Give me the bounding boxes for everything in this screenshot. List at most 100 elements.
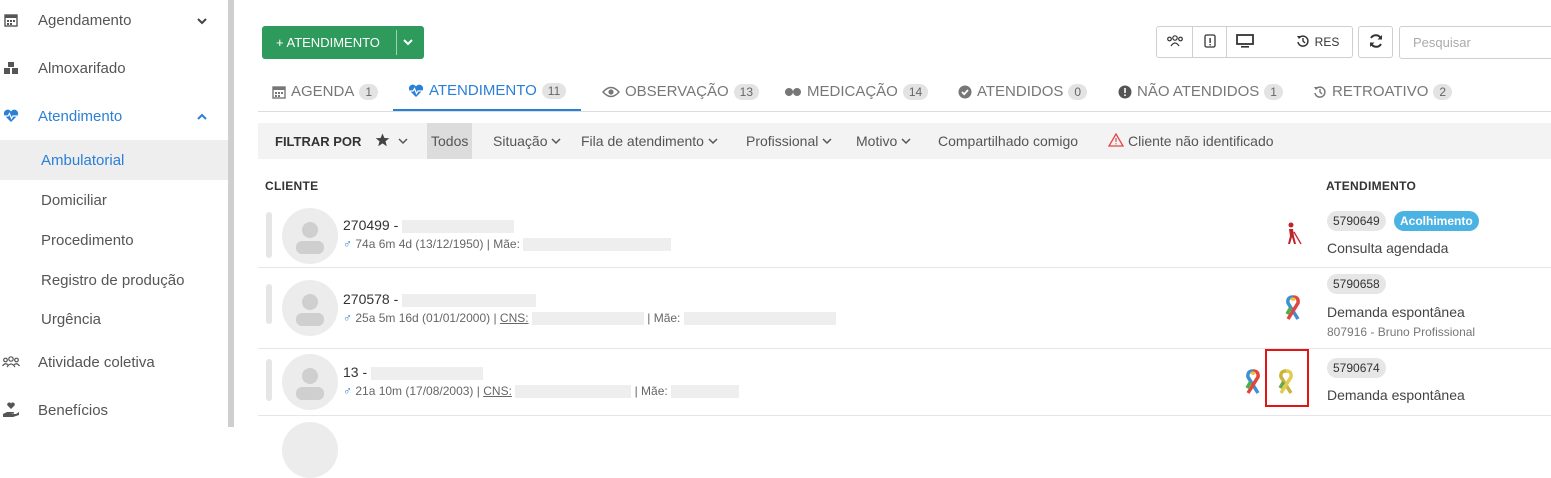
tab-count-badge: 1 [359, 83, 379, 100]
awareness-ribbon-icon [1282, 295, 1304, 326]
tab-label: AGENDA [291, 83, 355, 100]
sidebar-item-label: Atividade coletiva [38, 353, 155, 371]
sidebar-subitem-ambulatorial[interactable]: Ambulatorial [0, 140, 228, 180]
client-name: 13 - [343, 364, 484, 380]
tab-agenda[interactable]: AGENDA 1 [272, 72, 379, 111]
favorites-filter[interactable] [375, 133, 408, 150]
pills-icon [784, 86, 802, 98]
tab-count-badge: 11 [541, 82, 567, 99]
group-view-button[interactable] [1156, 26, 1193, 58]
client-age: 74a 6m 4d (13/12/1950) | Mãe: [355, 237, 520, 251]
sidebar-subitem-procedimento[interactable]: Procedimento [0, 220, 228, 260]
tab-count-badge: 0 [1068, 83, 1088, 100]
refresh-icon [1368, 33, 1384, 52]
tab-medicacao[interactable]: MEDICAÇÃO 14 [784, 72, 929, 111]
tab-count-badge: 14 [902, 83, 929, 100]
main-content: + ATENDIMENTO RES Pesquisar AGENDA 1 ATE… [234, 0, 1551, 478]
row-status-bar [266, 284, 272, 324]
tabs-bar: AGENDA 1 ATENDIMENTO 11 OBSERVAÇÃO 13 ME… [258, 72, 1551, 112]
refresh-button[interactable] [1358, 26, 1393, 58]
redacted-text [523, 238, 672, 252]
redacted-text [402, 293, 537, 307]
filter-nao-identificado[interactable]: Cliente não identificado [1107, 132, 1274, 150]
sidebar-item-label: Benefícios [38, 401, 109, 419]
table-row[interactable] [258, 416, 1551, 478]
tab-count-badge: 2 [1433, 83, 1453, 100]
client-details: ♂ 21a 10m (17/08/2003) | CNS: | Mãe: [343, 384, 740, 399]
cns-label[interactable]: CNS: [500, 311, 529, 325]
filter-situacao[interactable]: Situação [493, 133, 562, 149]
filter-motivo-label: Motivo [856, 133, 898, 149]
history-icon [1313, 85, 1327, 99]
hand-heart-icon [2, 401, 20, 419]
avatar [282, 208, 338, 264]
chevron-down-icon[interactable] [402, 36, 414, 51]
tab-nao-atendidos[interactable]: NÃO ATENDIDOS 1 [1118, 72, 1283, 111]
sidebar-item-beneficios[interactable]: Benefícios [0, 390, 228, 430]
atendimento-type: Demanda espontânea [1327, 387, 1465, 403]
sidebar-subitem-urgencia[interactable]: Urgência [0, 299, 228, 339]
chevron-down-icon [551, 133, 562, 149]
monitor-icon [1235, 33, 1254, 51]
tab-atendimento[interactable]: ATENDIMENTO 11 [393, 72, 582, 111]
table-row[interactable]: 270499 - ♂ 74a 6m 4d (13/12/1950) | Mãe:… [258, 202, 1551, 268]
filter-compartilhado[interactable]: Compartilhado comigo [938, 133, 1078, 149]
atendimento-code: 5790674 [1327, 358, 1386, 378]
tab-label: RETROATIVO [1332, 83, 1429, 100]
atendimento-type: Consulta agendada [1327, 240, 1449, 256]
res-button[interactable]: RES [1282, 26, 1353, 58]
yellow-ribbon-icon [1275, 369, 1297, 400]
document-button[interactable] [1192, 26, 1227, 58]
tab-observacao[interactable]: OBSERVAÇÃO 13 [602, 72, 760, 111]
avatar [282, 422, 338, 478]
sidebar-item-atividade-coletiva[interactable]: Atividade coletiva [0, 342, 228, 382]
filter-bar: FILTRAR POR Todos Situação Fila de atend… [258, 123, 1551, 159]
filter-motivo[interactable]: Motivo [856, 133, 911, 149]
tab-retroativo[interactable]: RETROATIVO 2 [1313, 72, 1453, 111]
filter-profissional[interactable]: Profissional [746, 133, 832, 149]
sidebar-subitem-label: Urgência [41, 310, 102, 328]
sidebar-subitem-registro-producao[interactable]: Registro de produção [0, 260, 228, 300]
tab-label: ATENDIDOS [977, 83, 1064, 100]
male-icon: ♂ [343, 384, 352, 398]
exclamation-circle-icon [1118, 85, 1132, 99]
avatar [282, 354, 338, 410]
eye-icon [602, 86, 620, 98]
mae-label: | Mãe: [634, 384, 668, 398]
heartbeat-icon [408, 84, 424, 98]
search-input[interactable]: Pesquisar [1399, 26, 1551, 59]
chevron-down-icon [901, 133, 911, 149]
warning-icon [1107, 132, 1125, 150]
group-icon [1166, 34, 1184, 51]
filter-todos[interactable]: Todos [427, 123, 473, 159]
filter-fila[interactable]: Fila de atendimento [581, 133, 718, 149]
sidebar-item-agendamento[interactable]: Agendamento [0, 0, 228, 40]
client-name: 270499 - [343, 217, 515, 233]
new-atendimento-label: + ATENDIMENTO [276, 35, 380, 50]
sidebar-item-atendimento[interactable]: Atendimento [0, 96, 228, 136]
sidebar-item-almoxarifado[interactable]: Almoxarifado [0, 48, 228, 88]
redacted-text [371, 366, 484, 380]
atendimento-type: Demanda espontânea [1327, 304, 1465, 320]
client-id: 270578 - [343, 291, 399, 307]
redacted-text [531, 312, 644, 326]
file-icon [1203, 33, 1216, 51]
sidebar-subitem-label: Domiciliar [41, 191, 107, 209]
professional-name: 807916 - Bruno Profissional [1327, 325, 1476, 339]
tab-atendidos[interactable]: ATENDIDOS 0 [958, 72, 1088, 111]
new-atendimento-button[interactable]: + ATENDIMENTO [262, 26, 424, 59]
chevron-up-icon [196, 110, 208, 122]
mae-label: | Mãe: [647, 311, 681, 325]
avatar [282, 280, 338, 336]
client-name: 270578 - [343, 291, 537, 307]
male-icon: ♂ [343, 237, 352, 251]
chevron-down-icon [398, 133, 408, 149]
table-row[interactable]: 13 - ♂ 21a 10m (17/08/2003) | CNS: | Mãe… [258, 349, 1551, 416]
monitor-button[interactable] [1226, 26, 1263, 58]
client-details: ♂ 74a 6m 4d (13/12/1950) | Mãe: [343, 237, 672, 252]
table-row[interactable]: 270578 - ♂ 25a 5m 16d (01/01/2000) | CNS… [258, 268, 1551, 349]
male-icon: ♂ [343, 311, 352, 325]
cns-label[interactable]: CNS: [483, 384, 512, 398]
sidebar-item-label: Agendamento [38, 11, 132, 29]
sidebar-subitem-domiciliar[interactable]: Domiciliar [0, 180, 228, 220]
